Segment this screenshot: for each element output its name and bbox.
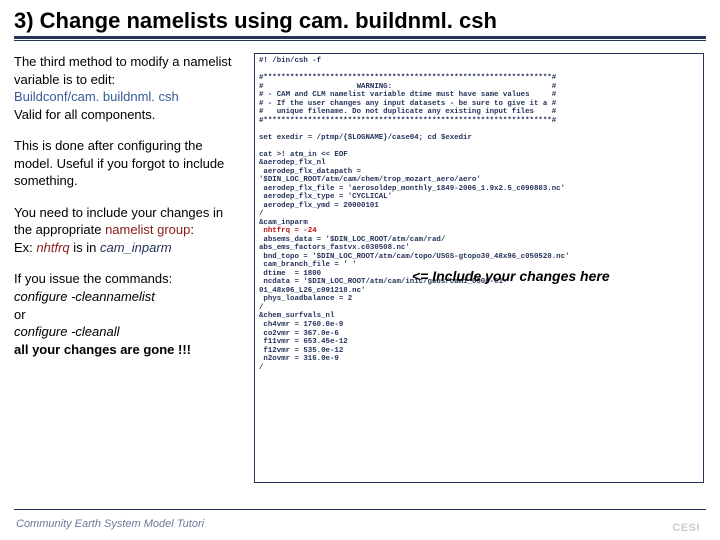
footer-rule [14,509,706,510]
slide: 3) Change namelists using cam. buildnml.… [0,0,720,540]
code-w5: # unique filename. Do not duplicate any … [259,108,556,116]
code-c4: '$DIN_LOC_ROOT/atm/cam/chem/trop_mozart_… [259,176,481,184]
code-c23: f11vmr = 653.45e-12 [259,338,348,346]
code-c8: / [259,210,263,218]
p4a: If you issue the commands: [14,271,172,286]
code-c15: dtime = 1800 [259,270,321,278]
code-c7: aerodep_flx_ymd = 20000101 [259,202,379,210]
paragraph-1: The third method to modify a namelist va… [14,53,244,123]
code-w3: # - CAM and CLM namelist variable dtime … [259,91,556,99]
build-path: Buildconf/cam. buildnml. csh [14,89,179,104]
namelist-group: namelist group [105,222,190,237]
p4e: all your changes are gone !!! [14,342,191,357]
cfg-clean-all: configure -cleanall [14,324,120,339]
paragraph-4: If you issue the commands: configure -cl… [14,270,244,358]
p3f: is in [70,240,100,255]
code-c21: ch4vmr = 1760.0e-9 [259,321,343,329]
logo: CESI [672,522,700,534]
code-w1: #***************************************… [259,74,556,82]
left-column: The third method to modify a namelist va… [14,53,244,483]
p1-text: The third method to modify a namelist va… [14,54,232,87]
code-c14: cam_branch_file = ' ' [259,261,357,269]
code-c1: cat >! atm_in << EOF [259,151,348,159]
code-c24: f12vmr = 535.0e-12 [259,347,343,355]
code-c22: co2vmr = 367.0e-6 [259,330,339,338]
cam-inparm-label: cam_inparm [100,240,172,255]
code-c12: abs_ems_factors_fastvx.c030508.nc' [259,244,410,252]
p3c: : [190,222,194,237]
code-c18: phys_loadbalance = 2 [259,295,352,303]
nhtfrq-var: nhtfrq [36,240,69,255]
footer-text: Community Earth System Model Tutori [16,518,204,530]
paragraph-2: This is done after configuring the model… [14,137,244,190]
code-s1: set exedir = /ptmp/{$LOGNAME}/case04; cd… [259,134,472,142]
code-c6: aerodep_flx_type = 'CYCLICAL' [259,193,392,201]
code-c11: absems_data = '$DIN_LOC_ROOT/atm/cam/rad… [259,236,445,244]
code-c5: aerodep_flx_file = 'aerosoldep_monthly_1… [259,185,565,193]
code-l1: #! /bin/csh -f [259,57,321,65]
code-c25: n2ovmr = 316.0e-9 [259,355,339,363]
code-c13: bnd_topo = '$DIN_LOC_ROOT/atm/cam/topo/U… [259,253,569,261]
code-w6: #***************************************… [259,117,556,125]
p3d: Ex: [14,240,36,255]
page-title: 3) Change namelists using cam. buildnml.… [14,8,706,34]
code-c3: aerodep_flx_datapath = [259,168,361,176]
cfg-clean-namelist: configure -cleannamelist [14,289,155,304]
include-changes-annotation: <= Include your changes here [412,268,610,284]
code-c2: &aerodep_flx_nl [259,159,326,167]
code-c9: &cam_inparm [259,219,308,227]
code-w4: # - If the user changes any input datase… [259,100,556,108]
code-nhtfrq: nhtfrq = -24 [259,227,317,235]
code-c19: / [259,304,263,312]
code-c20: &chem_surfvals_nl [259,312,334,320]
p1c-text: Valid for all components. [14,107,155,122]
paragraph-3: You need to include your changes in the … [14,204,244,257]
title-rule [14,36,706,41]
p4c: or [14,307,26,322]
code-c17: 01_48x96_L26_c091218.nc' [259,287,365,295]
code-c26: / [259,364,263,372]
code-w2: # WARNING: # [259,83,556,91]
